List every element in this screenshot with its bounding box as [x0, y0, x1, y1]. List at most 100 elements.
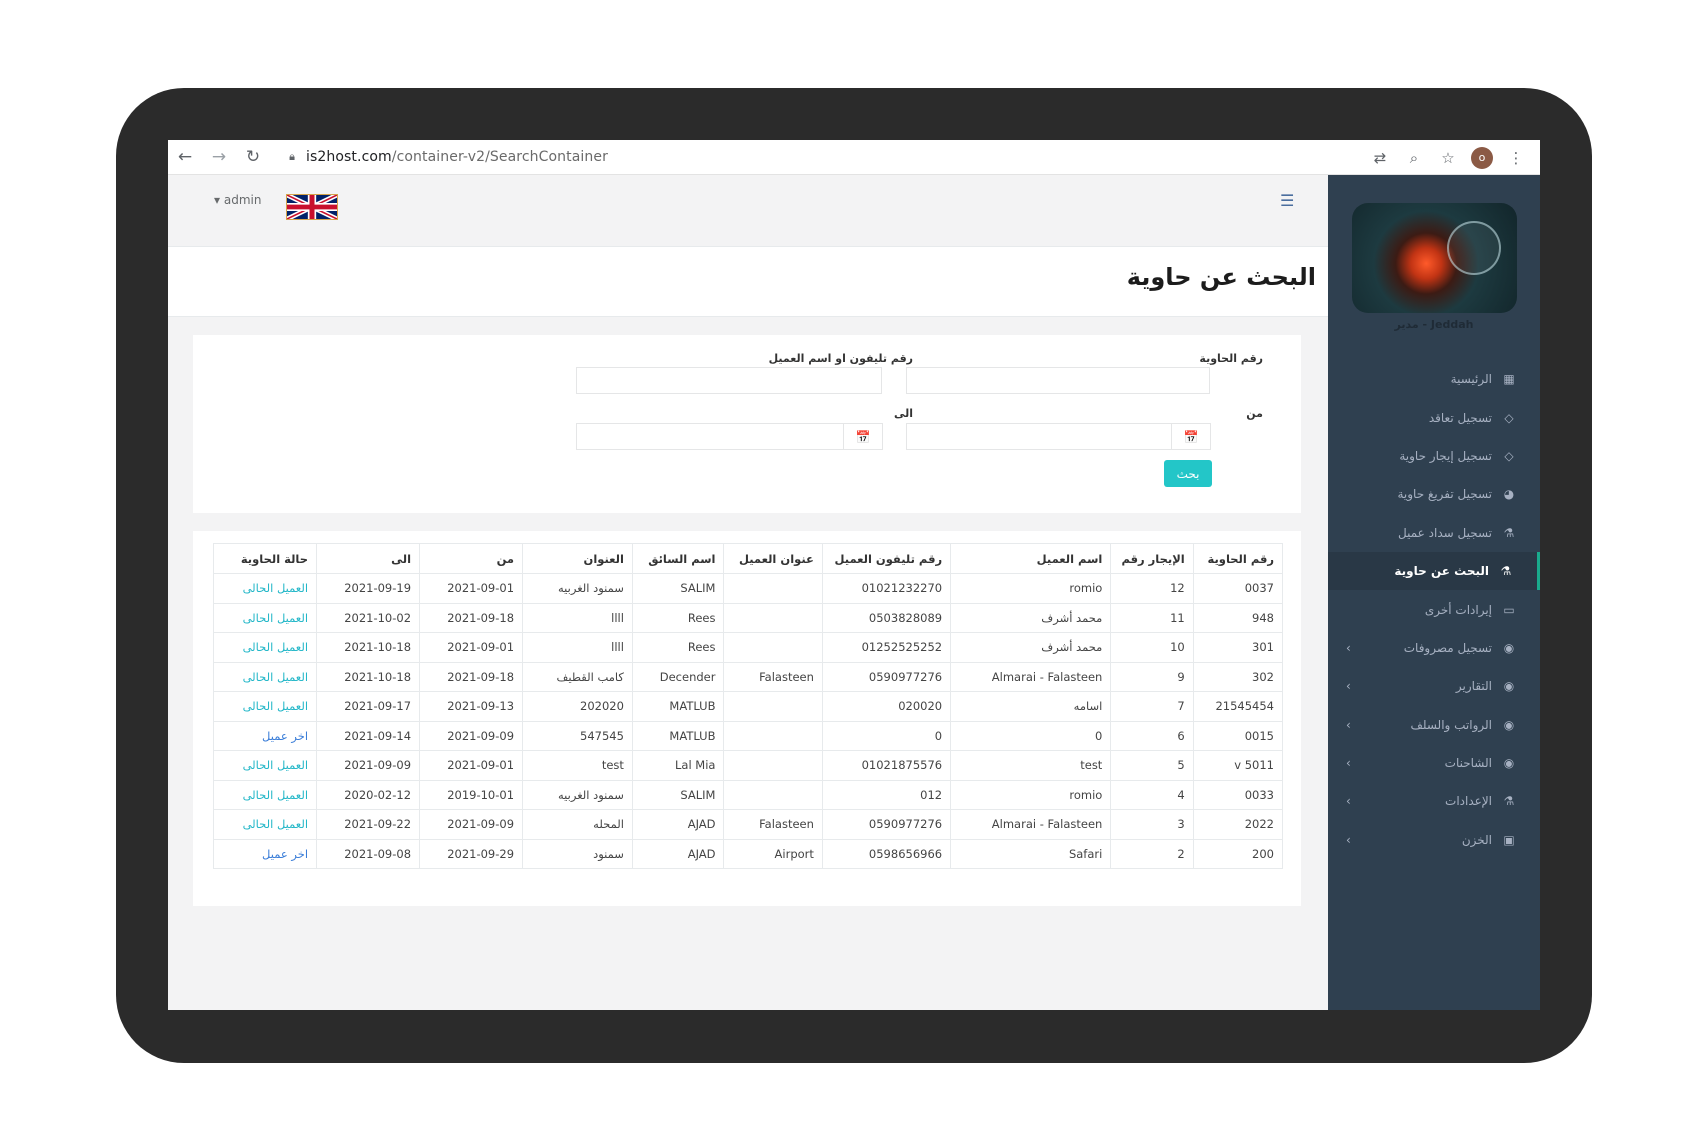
- sidebar-item-search-container[interactable]: البحث عن حاوية ⚗: [1328, 551, 1540, 591]
- phone-or-name-input[interactable]: [576, 367, 882, 394]
- column-header-to-date[interactable]: الى: [316, 543, 421, 574]
- cell-container-status[interactable]: العميل الحالى: [212, 750, 318, 781]
- url-path: /container-v2/SearchContainer: [391, 149, 608, 165]
- dashboard-icon: ▦: [1503, 372, 1515, 387]
- cell-address: سمنود الغربيه: [522, 573, 633, 604]
- uk-flag-icon[interactable]: [286, 194, 338, 220]
- sidebar-item-home[interactable]: الرئيسية ▦: [1328, 360, 1540, 398]
- cell-customer-address: Falasteen: [723, 661, 823, 692]
- cell-container-status[interactable]: العميل الحالى: [212, 632, 318, 663]
- column-header-from-date[interactable]: من: [419, 543, 524, 574]
- cell-container-status[interactable]: العميل الحالى: [212, 779, 318, 810]
- to-date-label: الى: [893, 407, 913, 420]
- address-bar[interactable]: is2host.com/container-v2/SearchContainer: [306, 149, 608, 165]
- search-button[interactable]: بحث: [1164, 460, 1212, 487]
- cell-customer-address: [723, 691, 823, 722]
- to-date-input[interactable]: [576, 423, 844, 450]
- back-icon[interactable]: ←: [168, 140, 202, 175]
- sidebar: Jeddah - مدير الرئيسية ▦ تسجيل تعاقد ◇ تسجيل…: [1328, 175, 1540, 1010]
- cell-container-no: 200: [1192, 838, 1284, 869]
- cell-rental-no: 3: [1110, 809, 1194, 840]
- cell-driver-name: SALIM: [631, 573, 725, 604]
- cell-from-date: 2021-09-18: [419, 602, 524, 633]
- cell-customer-address: Falasteen: [723, 809, 823, 840]
- table-body: 0037 12 romio 01021232270 SALIM سمنود الغربيه…: [212, 573, 1284, 869]
- cell-driver-name: Rees: [631, 632, 725, 663]
- globe-icon: ◉: [1503, 679, 1515, 694]
- profile-avatar: o: [1471, 146, 1493, 169]
- cell-address: سمنود الغربيه: [522, 779, 633, 810]
- user-dropdown[interactable]: ▾ admin: [214, 193, 261, 207]
- reload-icon[interactable]: ↻: [236, 140, 270, 175]
- column-header-customer-name[interactable]: اسم العميل: [950, 543, 1112, 574]
- cell-container-status[interactable]: اخر عميل: [212, 838, 318, 869]
- calendar-icon[interactable]: 📅: [1171, 423, 1211, 450]
- calendar-icon[interactable]: 📅: [843, 423, 883, 450]
- url-host: is2host.com: [306, 149, 392, 165]
- forward-icon[interactable]: →: [202, 140, 236, 175]
- profile-button[interactable]: o: [1468, 144, 1496, 172]
- kebab-menu-icon[interactable]: ⋮: [1502, 144, 1530, 172]
- hamburger-menu-icon[interactable]: ☰: [1280, 191, 1294, 210]
- sidebar-item-treasury[interactable]: ‹ الخزن ▣: [1328, 821, 1540, 859]
- cell-container-no: 21545454: [1192, 691, 1284, 722]
- table-row: 0037 12 romio 01021232270 SALIM سمنود الغربيه…: [212, 573, 1284, 604]
- sidebar-item-salaries[interactable]: ‹ الرواتب والسلف ◉: [1328, 706, 1540, 744]
- cell-address: llll: [522, 602, 633, 633]
- chevron-left-icon: ‹: [1346, 717, 1351, 732]
- container-number-input[interactable]: [906, 367, 1210, 394]
- diamond-icon: ◇: [1504, 410, 1514, 425]
- sidebar-item-unload-container[interactable]: تسجيل تفريغ حاوية ◕: [1328, 475, 1540, 513]
- cell-from-date: 2021-09-18: [419, 661, 524, 692]
- cell-container-status[interactable]: اخر عميل: [212, 720, 318, 751]
- sidebar-item-trucks[interactable]: ‹ الشاحنات ◉: [1328, 744, 1540, 782]
- sidebar-item-expenses[interactable]: ‹ تسجيل مصروفات ◉: [1328, 629, 1540, 667]
- sidebar-item-rent-container[interactable]: تسجيل إيجار حاوية ◇: [1328, 437, 1540, 475]
- table-row: 200 2 Safari 0598656966 Airport AJAD سمنود 2021…: [212, 838, 1284, 869]
- translate-icon[interactable]: ⇄: [1366, 144, 1394, 172]
- cell-address: 547545: [522, 720, 633, 751]
- cell-customer-phone: 0598656966: [821, 838, 952, 869]
- cell-driver-name: AJAD: [631, 809, 725, 840]
- column-header-customer-address[interactable]: عنوان العميل: [723, 543, 823, 574]
- cell-address: 202020: [522, 691, 633, 722]
- column-header-rental-no[interactable]: الإيجار رقم: [1110, 543, 1194, 574]
- column-header-customer-phone[interactable]: رقم تليفون العميل: [821, 543, 952, 574]
- cell-to-date: 2021-09-22: [316, 809, 421, 840]
- results-table: رقم الحاوية الإيجار رقم اسم العميل رقم تليف…: [212, 543, 1284, 869]
- cell-customer-address: [723, 779, 823, 810]
- chevron-left-icon: ‹: [1346, 756, 1351, 771]
- zoom-icon[interactable]: ⌕: [1400, 144, 1428, 172]
- sidebar-item-settings[interactable]: ‹ الإعدادات ⚗: [1328, 782, 1540, 820]
- cell-container-status[interactable]: العميل الحالى: [212, 809, 318, 840]
- monitor-icon: ▭: [1503, 602, 1515, 617]
- bookmark-star-icon[interactable]: ☆: [1434, 144, 1462, 172]
- cell-container-status[interactable]: العميل الحالى: [212, 602, 318, 633]
- sidebar-item-contract[interactable]: تسجيل تعاقد ◇: [1328, 398, 1540, 436]
- lock-icon[interactable]: 🔒︎: [284, 150, 300, 164]
- cell-container-status[interactable]: العميل الحالى: [212, 573, 318, 604]
- cell-customer-address: [723, 602, 823, 633]
- cell-rental-no: 7: [1110, 691, 1194, 722]
- cell-customer-phone: 020020: [821, 691, 952, 722]
- column-header-container-status[interactable]: حالة الحاوية: [212, 543, 318, 574]
- from-date-input[interactable]: [906, 423, 1172, 450]
- cell-to-date: 2021-10-18: [316, 632, 421, 663]
- column-header-driver-name[interactable]: اسم السائق: [631, 543, 725, 574]
- sidebar-item-label: التقارير: [1455, 679, 1492, 694]
- table-row: 302 9 Almarai - Falasteen 0590977276 Falaste…: [212, 661, 1284, 692]
- column-header-container-no[interactable]: رقم الحاوية: [1192, 543, 1284, 574]
- cell-customer-name: Almarai - Falasteen: [950, 661, 1112, 692]
- cell-container-no: 0015: [1192, 720, 1284, 751]
- cell-driver-name: SALIM: [631, 779, 725, 810]
- cell-container-status[interactable]: العميل الحالى: [212, 661, 318, 692]
- sidebar-item-other-revenue[interactable]: إيرادات أخرى ▭: [1328, 590, 1540, 628]
- table-row: v 5011 5 test 01021875576 Lal Mia test 2021-09…: [212, 750, 1284, 781]
- cell-container-status[interactable]: العميل الحالى: [212, 691, 318, 722]
- sidebar-item-customer-payment[interactable]: تسجيل سداد عميل ⚗: [1328, 514, 1540, 552]
- cell-driver-name: Rees: [631, 602, 725, 633]
- cell-to-date: 2021-10-18: [316, 661, 421, 692]
- column-header-address[interactable]: العنوان: [522, 543, 633, 574]
- sidebar-item-label: تسجيل مصروفات: [1403, 640, 1492, 655]
- sidebar-item-reports[interactable]: ‹ التقارير ◉: [1328, 667, 1540, 705]
